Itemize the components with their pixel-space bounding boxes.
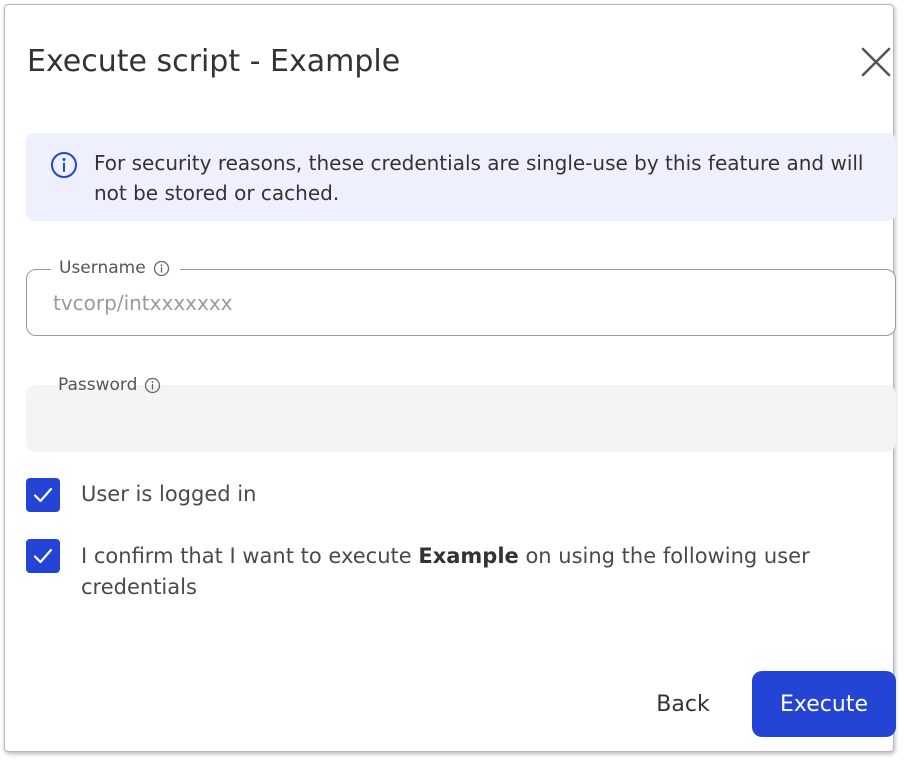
username-info-icon[interactable] <box>153 260 170 277</box>
confirm-row: I confirm that I want to execute Example… <box>26 539 841 603</box>
password-input[interactable] <box>52 403 852 433</box>
execute-button[interactable]: Execute <box>752 671 896 737</box>
password-info-icon[interactable] <box>144 377 161 394</box>
password-field: Password <box>26 375 896 452</box>
info-icon <box>51 152 77 178</box>
checkmark-icon <box>33 548 53 564</box>
confirm-checkbox[interactable] <box>26 539 60 573</box>
back-button[interactable]: Back <box>633 673 733 735</box>
logged-in-label: User is logged in <box>81 482 257 506</box>
username-label: Username <box>51 256 180 280</box>
close-button[interactable] <box>857 43 895 81</box>
password-label-text: Password <box>58 375 138 395</box>
confirm-label-before: I confirm that I want to execute <box>81 544 419 568</box>
username-field: Username <box>26 256 896 336</box>
logged-in-row: User is logged in <box>26 478 841 512</box>
password-label: Password <box>50 373 171 397</box>
checkmark-icon <box>33 487 53 503</box>
security-info-banner: For security reasons, these credentials … <box>26 133 896 221</box>
logged-in-checkbox[interactable] <box>26 478 60 512</box>
confirm-label: I confirm that I want to execute Example… <box>81 541 841 603</box>
username-label-text: Username <box>59 258 146 278</box>
confirm-label-script-name: Example <box>418 544 519 568</box>
username-input[interactable] <box>53 288 853 318</box>
info-banner-text: For security reasons, these credentials … <box>94 151 864 205</box>
close-icon <box>861 47 891 77</box>
execute-script-dialog: Execute script - Example For security re… <box>4 4 896 752</box>
dialog-title: Execute script - Example <box>27 44 401 79</box>
